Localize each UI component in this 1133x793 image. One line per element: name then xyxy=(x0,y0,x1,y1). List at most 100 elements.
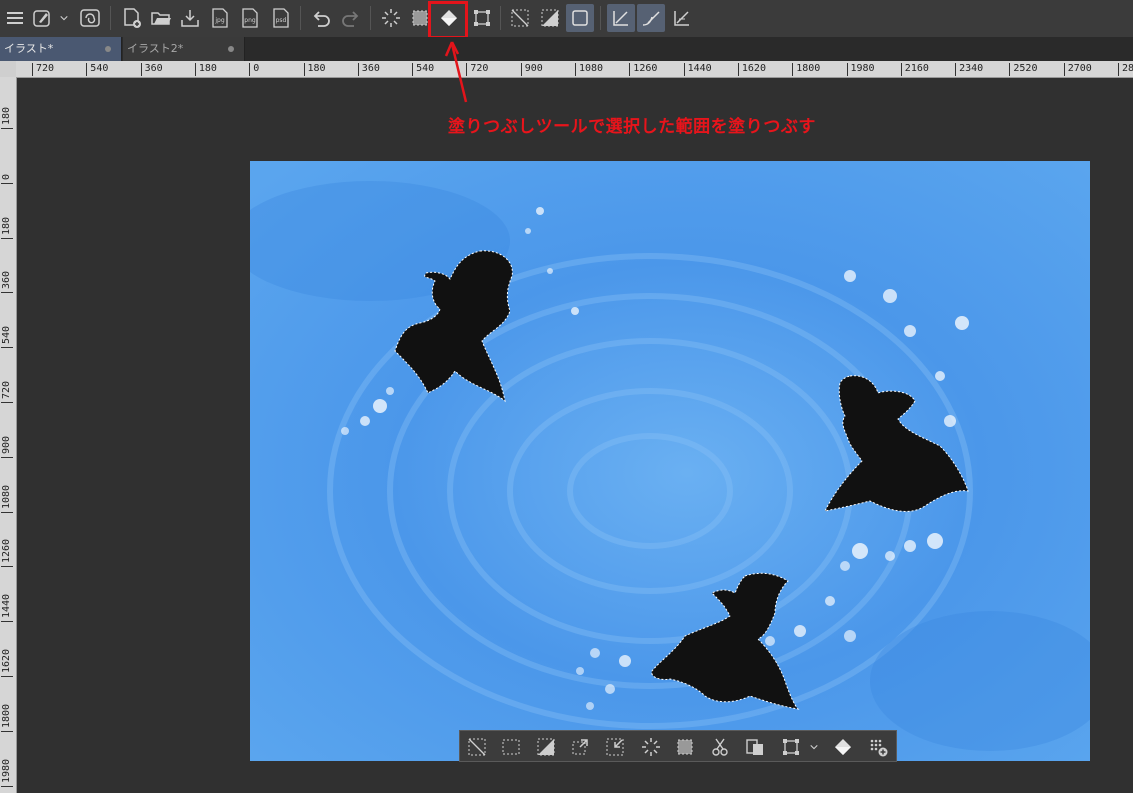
ruler-v-tick-label: 180 xyxy=(1,106,13,129)
pen-nib-icon xyxy=(33,10,50,27)
export-png-button[interactable]: png xyxy=(236,4,264,32)
chevron-down-icon xyxy=(810,744,818,750)
ruler-v-tick-label: 0 xyxy=(1,173,13,184)
clear-button[interactable] xyxy=(377,4,405,32)
scissors-icon xyxy=(712,738,728,756)
ruler-v-tick-label: 1440 xyxy=(1,594,13,623)
ruler-h-tick-label: 900 xyxy=(520,63,543,76)
show-selection-area-button[interactable] xyxy=(566,4,594,32)
snap-to-grid-button[interactable] xyxy=(668,4,696,32)
dotted-square-icon xyxy=(677,739,693,755)
folder-open-icon xyxy=(151,12,171,25)
ruler-h-tick-label: 1980 xyxy=(846,63,875,76)
shrink-selection-icon xyxy=(606,738,624,756)
goldfish-illustration xyxy=(250,161,1090,761)
png-file-icon: png xyxy=(242,8,258,28)
tab-illust2[interactable]: イラスト2* xyxy=(123,37,245,61)
deselect-button[interactable] xyxy=(506,4,534,32)
save-button[interactable] xyxy=(176,4,204,32)
clip-studio-swirl-button[interactable] xyxy=(76,4,104,32)
dropdown-button[interactable] xyxy=(56,4,72,32)
launcher-invert-button[interactable] xyxy=(533,734,559,760)
invert-selection-icon xyxy=(537,738,555,756)
launcher-clear-button[interactable] xyxy=(638,734,664,760)
redo-icon xyxy=(342,11,359,27)
invert-selection-icon xyxy=(541,9,559,27)
clip-studio-button[interactable] xyxy=(28,4,56,32)
dotted-fill-plus-icon xyxy=(870,739,888,757)
snap-grid-icon xyxy=(674,11,689,26)
selection-launcher xyxy=(459,730,897,762)
chevron-down-icon xyxy=(60,15,68,21)
ruler-v-tick-label: 1080 xyxy=(1,484,13,513)
ruler-h-tick-label: 2340 xyxy=(955,63,983,76)
launcher-copy-paste-button[interactable] xyxy=(742,734,768,760)
ruler-v-tick-label: 1620 xyxy=(1,648,13,677)
ruler-h-tick-label: 2700 xyxy=(1063,63,1092,76)
invert-selection-button[interactable] xyxy=(536,4,564,32)
ruler-h-tick-label: 1620 xyxy=(737,63,766,76)
ruler-h-tick-label: 1080 xyxy=(575,63,603,76)
snap-to-special-ruler-button[interactable] xyxy=(637,4,665,32)
tab-label: イラスト2* xyxy=(127,42,184,55)
annotation-text: 塗りつぶしツールで選択した範囲を塗りつぶす xyxy=(448,117,816,137)
launcher-cut-button[interactable] xyxy=(708,734,734,760)
ruler-v-tick-label: 900 xyxy=(1,435,13,458)
launcher-fill-button[interactable] xyxy=(830,734,856,760)
ruler-v-tick-label: 1260 xyxy=(1,539,13,568)
launcher-select-all-button[interactable] xyxy=(498,734,524,760)
menu-icon xyxy=(7,12,23,24)
ruler-h-tick-label: 2160 xyxy=(900,63,929,76)
snap-to-ruler-button[interactable] xyxy=(607,4,635,32)
ruler-h-tick-label: 360 xyxy=(140,63,163,76)
new-file-icon xyxy=(124,8,141,28)
ruler-h-tick-label: 28 xyxy=(1118,63,1133,76)
launcher-clear-outside-button[interactable] xyxy=(672,734,698,760)
close-tab-icon[interactable] xyxy=(228,46,234,52)
artwork-canvas[interactable] xyxy=(250,161,1090,761)
save-icon xyxy=(181,10,199,27)
horizontal-ruler[interactable]: 720 540 360 180 0 180 360 540 720 900 1080 1260 1440… xyxy=(16,61,1133,78)
command-bar: jpg png psd xyxy=(0,0,1133,38)
ruler-h-tick-label: 180 xyxy=(303,63,326,76)
toolbar-separator xyxy=(110,6,111,30)
launcher-transform-button[interactable] xyxy=(778,734,804,760)
snap-ruler-icon xyxy=(613,11,628,26)
launcher-deselect-button[interactable] xyxy=(464,734,490,760)
ruler-v-tick-label: 720 xyxy=(1,380,13,403)
psd-file-icon: psd xyxy=(273,8,289,28)
export-psd-button[interactable]: psd xyxy=(267,4,295,32)
ruler-h-tick-label: 180 xyxy=(194,63,217,76)
toolbar-separator xyxy=(370,6,371,30)
launcher-expand-button[interactable] xyxy=(567,734,593,760)
tab-illust[interactable]: イラスト* xyxy=(0,37,122,61)
undo-button[interactable] xyxy=(307,4,335,32)
deselect-icon xyxy=(468,738,486,756)
jpg-file-icon: jpg xyxy=(212,8,228,28)
open-file-button[interactable] xyxy=(147,4,175,32)
launcher-new-layer-from-selection-button[interactable] xyxy=(865,734,891,760)
sparkle-clear-icon xyxy=(382,9,400,27)
svg-text:psd: psd xyxy=(276,17,287,24)
menu-button[interactable] xyxy=(1,4,29,32)
close-tab-icon[interactable] xyxy=(105,46,111,52)
launcher-dropdown-button[interactable] xyxy=(806,734,822,760)
toolbar-separator xyxy=(600,6,601,30)
transform-button[interactable] xyxy=(468,4,496,32)
vertical-ruler[interactable]: 180 0 180 360 540 720 900 1080 1260 1440 1620 1800 1… xyxy=(0,77,17,793)
transform-icon xyxy=(474,10,490,26)
launcher-shrink-button[interactable] xyxy=(602,734,628,760)
sparkle-clear-icon xyxy=(642,738,660,756)
ruler-h-tick-label: 720 xyxy=(32,63,54,76)
toolbar-separator xyxy=(300,6,301,30)
ruler-v-tick-label: 1980 xyxy=(1,758,13,787)
copy-paste-icon xyxy=(746,739,763,755)
toolbar-separator xyxy=(500,6,501,30)
tab-label: イラスト* xyxy=(4,42,54,55)
select-all-icon xyxy=(502,739,520,755)
new-file-button[interactable] xyxy=(118,4,146,32)
export-jpg-button[interactable]: jpg xyxy=(206,4,234,32)
redo-button[interactable] xyxy=(337,4,365,32)
ruler-h-tick-label: 0 xyxy=(249,63,259,76)
ruler-h-tick-label: 360 xyxy=(357,63,380,76)
